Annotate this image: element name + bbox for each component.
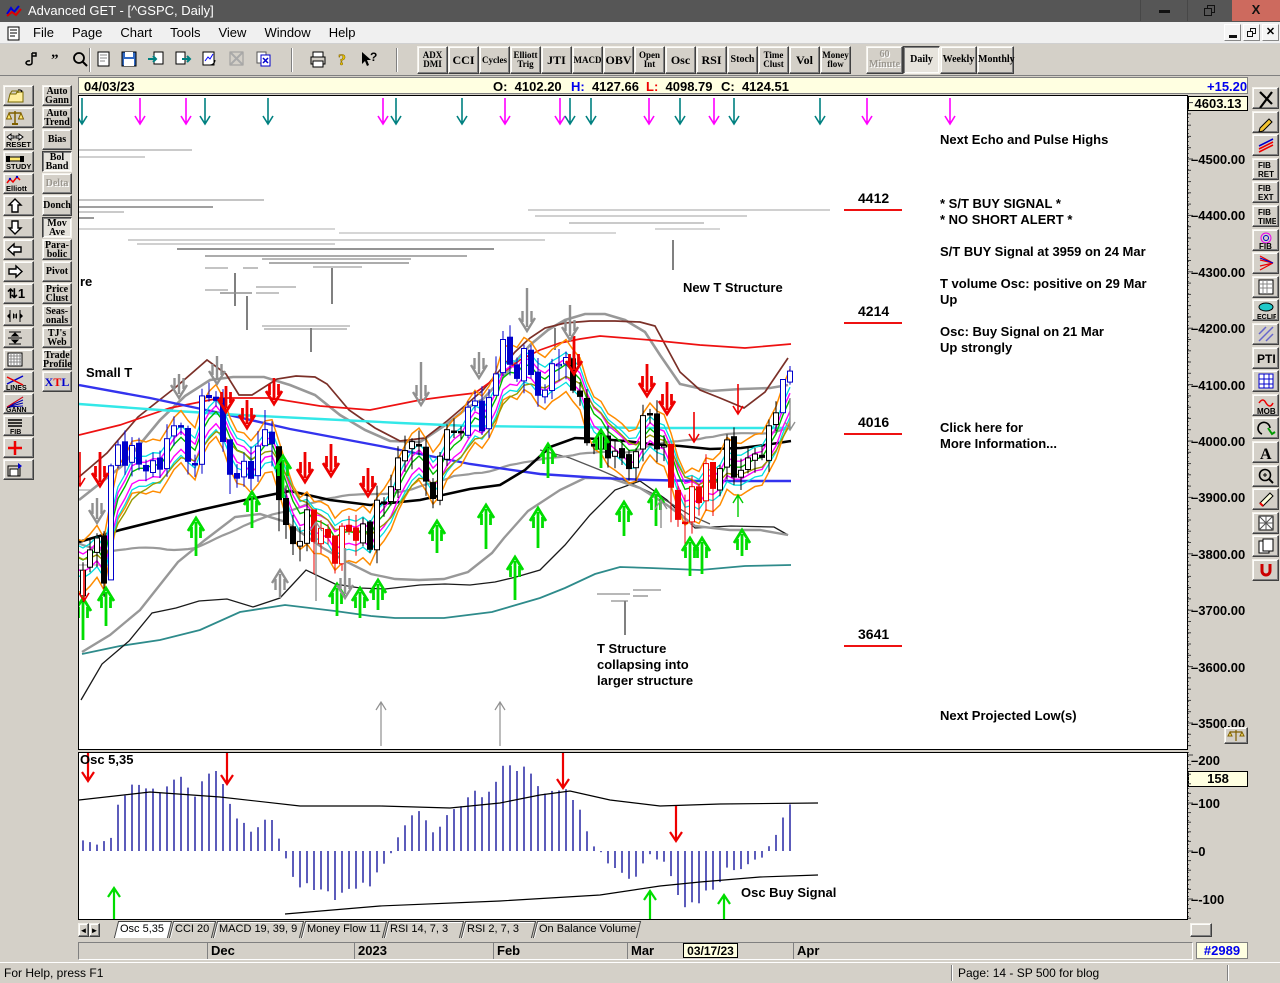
svg-text:EXT: EXT	[1258, 193, 1274, 202]
svg-text:A: A	[1260, 446, 1272, 462]
svg-text:FIB: FIB	[1259, 242, 1272, 250]
svg-text:GANN: GANN	[6, 407, 27, 414]
svg-text:RET: RET	[1258, 170, 1274, 179]
svg-text:TIME: TIME	[1258, 217, 1276, 226]
svg-text:Up: Up	[940, 292, 957, 307]
svg-text:FIB: FIB	[10, 429, 21, 436]
svg-text:PTI: PTI	[1257, 352, 1276, 366]
svg-text:FIB: FIB	[1258, 184, 1271, 193]
svg-text:ECLIPS: ECLIPS	[1257, 314, 1276, 320]
svg-text:STUDY: STUDY	[6, 162, 31, 171]
svg-text:⇅1: ⇅1	[7, 286, 25, 301]
svg-text:FIB: FIB	[1258, 161, 1271, 170]
svg-text:?: ?	[370, 50, 377, 64]
svg-text:larger structure: larger structure	[597, 673, 693, 688]
svg-text:?: ?	[338, 52, 346, 69]
svg-text:MOB: MOB	[1257, 407, 1276, 415]
svg-text:Osc 5,35: Osc 5,35	[80, 753, 134, 767]
svg-text:4412: 4412	[858, 190, 889, 206]
svg-text:re: re	[80, 274, 92, 289]
svg-text:New T Structure: New T Structure	[683, 280, 783, 295]
svg-text:”: ”	[51, 52, 59, 68]
svg-text:T volume Osc: positive on 29 M: T volume Osc: positive on 29 Mar	[940, 276, 1147, 291]
svg-text:T Structure: T Structure	[597, 641, 666, 656]
svg-text:FIB: FIB	[1258, 208, 1271, 217]
svg-text:S/T BUY Signal at 3959 on 24 M: S/T BUY Signal at 3959 on 24 Mar	[940, 244, 1146, 259]
svg-text:* NO SHORT ALERT *: * NO SHORT ALERT *	[940, 212, 1073, 227]
svg-text:Elliott: Elliott	[6, 184, 27, 193]
svg-text:Small T: Small T	[86, 365, 132, 380]
svg-text:LINES: LINES	[6, 385, 27, 392]
svg-text:Click here for: Click here for	[940, 420, 1023, 435]
svg-text:Osc Buy Signal: Osc Buy Signal	[741, 885, 836, 900]
svg-text:collapsing into: collapsing into	[597, 657, 689, 672]
svg-text:* S/T BUY SIGNAL *: * S/T BUY SIGNAL *	[940, 196, 1062, 211]
svg-text:4016: 4016	[858, 414, 889, 430]
svg-text:Next Projected Low(s): Next Projected Low(s)	[940, 708, 1077, 723]
svg-text:Up strongly: Up strongly	[940, 340, 1013, 355]
svg-text:RESET: RESET	[6, 140, 31, 149]
svg-text:4214: 4214	[858, 303, 889, 319]
svg-text:Osc: Buy Signal on 21 Mar: Osc: Buy Signal on 21 Mar	[940, 324, 1104, 339]
svg-text:More Information...: More Information...	[940, 436, 1057, 451]
svg-text:3641: 3641	[858, 626, 889, 642]
svg-text:Next Echo and Pulse Highs: Next Echo and Pulse Highs	[940, 132, 1108, 147]
